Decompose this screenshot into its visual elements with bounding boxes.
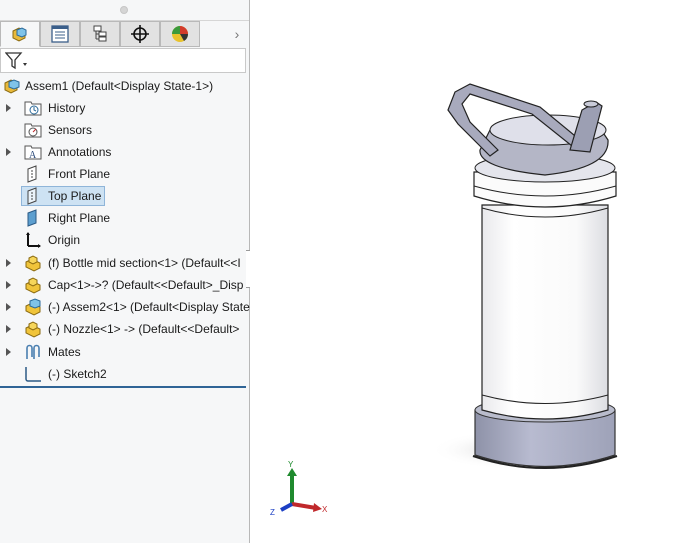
triad-y-label: Y <box>288 460 294 469</box>
tree-item-mates[interactable]: Mates <box>0 342 249 362</box>
panel-grip-handle[interactable] <box>120 6 128 14</box>
origin-icon <box>26 232 41 248</box>
tree-item-origin[interactable]: Origin <box>0 230 249 250</box>
history-folder-icon <box>24 101 42 116</box>
triad-z-label: Z <box>270 508 275 517</box>
tree-item-label: Top Plane <box>48 189 102 203</box>
tree-item-label: (f) Bottle mid section<1> (Default<<I <box>48 256 241 270</box>
assembly-tree-icon <box>12 27 27 42</box>
feature-manager-panel: › Assem1 (Default<Display State-1>) Hist… <box>0 0 250 543</box>
expand-arrow-icon[interactable] <box>6 259 11 267</box>
sketch-icon <box>25 367 41 382</box>
tab-property-manager[interactable] <box>40 21 80 47</box>
part-icon <box>25 277 41 294</box>
configuration-manager-icon <box>93 25 107 42</box>
tree-item-label: (-) Sketch2 <box>48 367 107 381</box>
expand-arrow-icon[interactable] <box>6 104 11 112</box>
tree-item-label: Front Plane <box>48 167 111 181</box>
tree-item-label: Right Plane <box>48 211 111 225</box>
tree-item-front-plane[interactable]: Front Plane <box>0 164 249 184</box>
plane-icon <box>27 187 37 205</box>
panel-title-bar <box>0 0 249 21</box>
tree-end-divider <box>0 386 246 388</box>
tree-item-label: Annotations <box>48 145 112 159</box>
tab-dimxpert-manager[interactable] <box>120 21 160 47</box>
tree-item-label: Sensors <box>48 123 93 137</box>
tree-item-label: Mates <box>48 345 81 359</box>
tree-item-label: (-) Assem2<1> (Default<Display State <box>48 300 250 314</box>
tree-item-top-plane[interactable]: Top Plane <box>0 186 249 206</box>
svg-text:A: A <box>29 150 37 161</box>
tree-item-history[interactable]: History <box>0 98 249 118</box>
triad-z-axis <box>280 502 293 512</box>
expand-arrow-icon[interactable] <box>6 303 11 311</box>
annotations-folder-icon: A <box>24 145 42 161</box>
tree-item-right-plane[interactable]: Right Plane <box>0 208 249 228</box>
tree-item-label: (-) Nozzle<1> -> (Default<<Default> <box>48 322 240 336</box>
property-manager-icon <box>51 25 69 43</box>
tree-item-nozzle[interactable]: (-) Nozzle<1> -> (Default<<Default> <box>0 319 249 339</box>
sensors-folder-icon <box>24 123 42 138</box>
tree-item-cap[interactable]: Cap<1>->? (Default<<Default>_Disp <box>0 275 249 295</box>
tab-feature-manager[interactable] <box>0 21 40 47</box>
tree-item-sensors[interactable]: Sensors <box>0 120 249 140</box>
assembly-icon <box>4 79 20 94</box>
plane-filled-icon <box>27 209 37 227</box>
tree-item-label: Cap<1>->? (Default<<Default>_Disp <box>48 278 244 292</box>
crosshair-icon <box>131 25 149 43</box>
expand-arrow-icon[interactable] <box>6 325 11 333</box>
appearance-icon <box>172 26 189 42</box>
expand-arrow-icon[interactable] <box>6 348 11 356</box>
tree-item-bottle-mid-section[interactable]: (f) Bottle mid section<1> (Default<<I <box>0 253 249 273</box>
manager-tabs: › <box>0 21 249 48</box>
subassembly-icon <box>25 298 41 316</box>
mates-icon <box>26 344 40 359</box>
filter-icon[interactable] <box>5 52 29 70</box>
part-icon <box>25 255 41 272</box>
reference-triad: Y X Z <box>270 460 328 517</box>
tree-filter-bar[interactable] <box>0 48 246 73</box>
part-icon <box>25 321 41 338</box>
triad-x-label: X <box>322 505 328 514</box>
expand-arrow-icon[interactable] <box>6 148 11 156</box>
bottle-body <box>481 204 609 420</box>
tree-item-sketch2[interactable]: (-) Sketch2 <box>0 364 249 384</box>
more-tabs-chevron-icon[interactable]: › <box>230 25 244 43</box>
tab-configuration-manager[interactable] <box>80 21 120 47</box>
triad-x-axis <box>291 502 317 510</box>
expand-arrow-icon[interactable] <box>6 281 11 289</box>
tab-display-manager[interactable] <box>160 21 200 47</box>
tree-item-label: History <box>48 101 86 115</box>
tree-item-label: Assem1 (Default<Display State-1>) <box>25 79 214 93</box>
tree-item-annotations[interactable]: A Annotations <box>0 142 249 162</box>
plane-icon <box>27 165 37 183</box>
tree-item-label: Origin <box>48 233 81 247</box>
tree-item-assem2[interactable]: (-) Assem2<1> (Default<Display State <box>0 297 250 317</box>
tree-item-assem1[interactable]: Assem1 (Default<Display State-1>) <box>0 76 249 96</box>
